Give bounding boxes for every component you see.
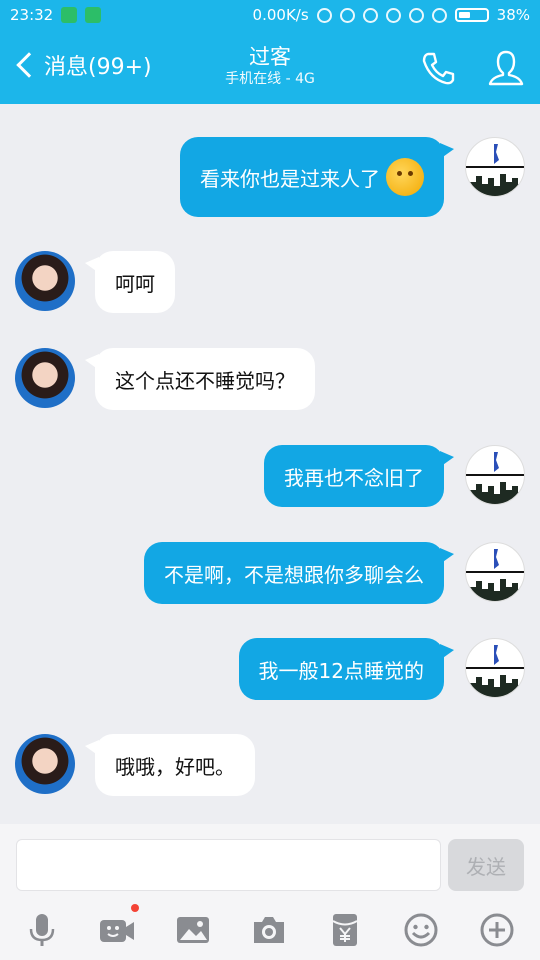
my-avatar[interactable] — [465, 638, 525, 698]
chat-header: 消息(99+) 过客 手机在线 - 4G — [0, 30, 540, 104]
back-label: 消息(99+) — [44, 55, 152, 80]
alarm-icon — [362, 7, 378, 23]
user-profile-icon — [488, 50, 524, 86]
send-button[interactable]: 发送 — [448, 839, 524, 891]
muted-bell-icon — [339, 7, 355, 23]
video-call-button[interactable] — [95, 904, 139, 952]
battery-percent: 38% — [496, 6, 530, 24]
status-bar: 23:32 0.00K/s 38% — [0, 0, 540, 30]
network-speed: 0.00K/s — [252, 6, 309, 24]
city-skyline-avatar-icon — [466, 549, 524, 601]
outgoing-message-bubble[interactable]: 我再也不念旧了 — [264, 445, 454, 507]
battery-icon — [454, 8, 489, 22]
my-avatar[interactable] — [465, 542, 525, 602]
no-signal-icon — [385, 7, 401, 23]
cellular-signal-icon — [408, 7, 424, 23]
city-skyline-avatar-icon — [466, 452, 524, 504]
red-packet-icon — [332, 914, 358, 946]
phone-icon — [422, 52, 455, 85]
message-text: 看来你也是过来人了 — [200, 166, 380, 191]
chevron-left-icon — [16, 52, 42, 78]
wifi-icon — [431, 7, 447, 23]
android-app-icon — [85, 7, 102, 23]
notification-dot — [131, 904, 139, 912]
message-text: 我再也不念旧了 — [284, 465, 424, 490]
phone-call-button[interactable] — [418, 48, 458, 88]
message-text: 呵呵 — [115, 271, 155, 296]
camera-button[interactable] — [247, 908, 291, 952]
moon-icon — [316, 7, 332, 23]
composer: 发送 — [0, 824, 540, 960]
city-skyline-avatar-icon — [466, 144, 524, 196]
plus-icon — [480, 913, 514, 947]
city-skyline-avatar-icon — [466, 645, 524, 697]
microphone-icon — [29, 914, 55, 946]
my-avatar[interactable] — [465, 137, 525, 197]
message-text: 哦哦，好吧。 — [115, 754, 235, 779]
image-button[interactable] — [171, 908, 215, 952]
image-icon — [177, 917, 209, 943]
more-button[interactable] — [475, 908, 519, 952]
shield-app-icon — [61, 7, 78, 23]
contact-avatar[interactable] — [15, 251, 75, 311]
status-time: 23:32 — [10, 6, 54, 24]
incoming-message-bubble[interactable]: 这个点还不睡觉吗？ — [85, 348, 315, 410]
incoming-message-bubble[interactable]: 哦哦，好吧。 — [85, 734, 255, 796]
outgoing-message-bubble[interactable]: 不是啊，不是想跟你多聊会么 — [144, 542, 454, 604]
voice-button[interactable] — [20, 908, 64, 952]
red-packet-button[interactable] — [323, 908, 367, 952]
emoji-icon — [404, 913, 438, 947]
outgoing-message-bubble[interactable]: 我一般12点睡觉的 — [238, 638, 455, 700]
message-text: 不是啊，不是想跟你多聊会么 — [164, 562, 424, 587]
outgoing-message-bubble[interactable]: 看来你也是过来人了 — [180, 137, 454, 217]
message-text: 我一般12点睡觉的 — [258, 658, 424, 683]
my-avatar[interactable] — [465, 445, 525, 505]
camera-icon — [254, 917, 284, 943]
message-list[interactable]: 看来你也是过来人了 呵呵 这个点还不睡觉吗？ 我再也不念旧了 不是啊，不是想跟你… — [0, 104, 540, 824]
composer-toolbar — [0, 904, 540, 952]
video-icon — [100, 920, 134, 942]
contact-avatar[interactable] — [15, 734, 75, 794]
contact-avatar[interactable] — [15, 348, 75, 408]
profile-button[interactable] — [486, 48, 526, 88]
message-input[interactable] — [16, 839, 441, 891]
incoming-message-bubble[interactable]: 呵呵 — [85, 251, 175, 313]
back-button[interactable]: 消息(99+) — [12, 49, 152, 81]
emoji-button[interactable] — [399, 908, 443, 952]
message-text: 这个点还不睡觉吗？ — [115, 368, 295, 393]
hand-over-mouth-emoji-icon — [386, 158, 424, 196]
